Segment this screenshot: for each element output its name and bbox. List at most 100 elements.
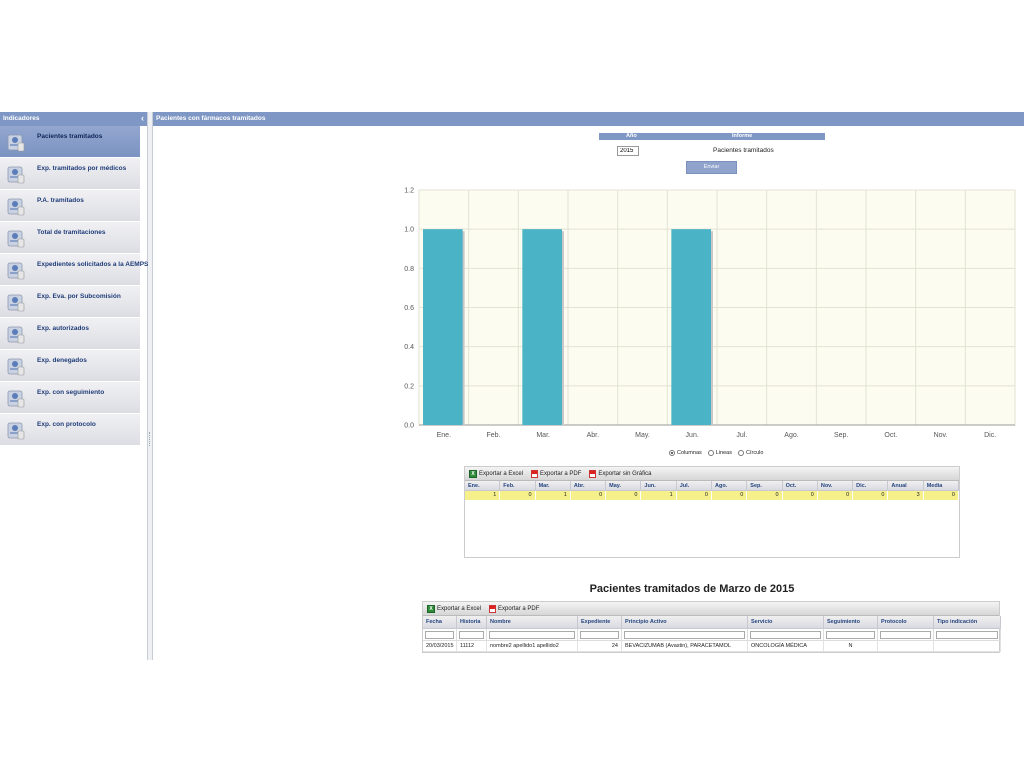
filter-cell — [878, 629, 934, 641]
column-header[interactable]: Servicio — [748, 616, 824, 629]
table-cell: 1 — [535, 491, 571, 500]
column-header[interactable]: Expediente — [578, 616, 622, 629]
x-tick-label: Jun. — [686, 432, 699, 439]
column-header[interactable]: May. — [606, 481, 642, 491]
column-header[interactable]: Ago. — [711, 481, 748, 491]
chart-option-label: Círculo — [745, 450, 764, 456]
chart-option-label: Lineas — [715, 450, 732, 456]
sidebar-item-0[interactable]: Pacientes tramitados — [0, 126, 140, 158]
chart-option-0[interactable]: Columnas — [669, 450, 702, 456]
detail-table: X Exportar a Excel Exportar a PDF Fecha His… — [422, 601, 1001, 653]
column-filter-input[interactable] — [489, 631, 575, 639]
column-header[interactable]: Feb. — [500, 481, 536, 491]
sidebar-item-3[interactable]: Total de tramitaciones — [0, 222, 140, 254]
main-panel: Pacientes con fármacos tramitados Año In… — [153, 112, 1024, 660]
column-header[interactable]: Principio Activo — [622, 616, 748, 629]
column-filter-input[interactable] — [580, 631, 619, 639]
column-header[interactable]: Ene. — [465, 481, 501, 491]
column-header[interactable]: Jun. — [641, 481, 677, 491]
column-header[interactable]: Historia — [457, 616, 487, 629]
export-button-1[interactable]: Exportar a PDF — [531, 469, 581, 478]
pdf-icon — [489, 604, 497, 613]
column-header[interactable]: Abr. — [570, 481, 607, 491]
x-tick-label: Ago. — [784, 432, 798, 439]
column-filter-input[interactable] — [936, 631, 998, 639]
patients-icon — [5, 131, 27, 153]
column-header[interactable]: Fecha — [423, 616, 457, 629]
export-label: Exportar a PDF — [498, 605, 540, 612]
detail-toolbar: X Exportar a Excel Exportar a PDF — [423, 602, 999, 616]
table-cell: ONCOLOGÍA MÉDICA — [748, 641, 824, 652]
chart-option-2[interactable]: Círculo — [737, 450, 764, 456]
table-cell: 1 — [465, 491, 501, 500]
column-filter-input[interactable] — [880, 631, 931, 639]
year-input[interactable] — [617, 146, 639, 156]
x-tick-label: Nov. — [934, 432, 948, 439]
export-label: Exportar sin Gráfica — [598, 470, 652, 477]
sidebar-item-label: Expedientes solicitados a la AEMPS — [37, 261, 149, 268]
monthly-table: X Exportar a Excel Exportar a PDF Exportar … — [464, 466, 960, 558]
table-cell: 24 — [578, 641, 622, 652]
sidebar-item-label: Exp. denegados — [37, 357, 87, 364]
column-header[interactable]: Oct. — [782, 481, 818, 491]
export-button-1[interactable]: Exportar a PDF — [489, 604, 540, 613]
export-button-0[interactable]: X Exportar a Excel — [427, 604, 482, 613]
sidebar-item-5[interactable]: Exp. Eva. por Subcomisión — [0, 286, 140, 318]
column-filter-input[interactable] — [624, 631, 745, 639]
splitter-grip-icon[interactable] — [149, 432, 151, 446]
export-button-2[interactable]: Exportar sin Gráfica — [589, 469, 652, 478]
bar-2[interactable] — [522, 229, 562, 425]
sidebar-item-1[interactable]: Exp. tramitados por médicos — [0, 158, 140, 190]
column-header[interactable]: Media — [923, 481, 959, 491]
bar-0[interactable] — [423, 229, 463, 425]
export-button-0[interactable]: X Exportar a Excel — [469, 469, 523, 478]
column-header[interactable]: Tipo indicación — [934, 616, 1001, 629]
sidebar-item-4[interactable]: Expedientes solicitados a la AEMPS — [0, 254, 148, 286]
column-filter-input[interactable] — [459, 631, 484, 639]
sidebar-item-2[interactable]: P.A. tramitados — [0, 190, 140, 222]
export-label: Exportar a Excel — [437, 605, 482, 612]
sidebar-item-6[interactable]: Exp. autorizados — [0, 318, 140, 350]
request-icon — [5, 259, 27, 281]
filter-cell — [423, 629, 457, 641]
submit-button[interactable]: Enviar — [686, 161, 737, 174]
excel-icon: X — [427, 604, 435, 613]
y-tick-label: 0.0 — [404, 423, 414, 430]
column-filter-input[interactable] — [750, 631, 821, 639]
filter-cell — [934, 629, 1001, 641]
table-cell: 20/03/2015 — [423, 641, 457, 652]
table-cell: 0 — [853, 491, 889, 500]
sidebar-item-label: Exp. con seguimiento — [37, 389, 105, 396]
table-cell: 0 — [782, 491, 818, 500]
column-header[interactable]: Seguimiento — [824, 616, 878, 629]
column-header[interactable]: Nov. — [817, 481, 854, 491]
column-header[interactable]: Jul. — [676, 481, 712, 491]
sidebar-item-7[interactable]: Exp. denegados — [0, 350, 140, 382]
table-cell: 3 — [888, 491, 924, 500]
table-cell: N — [824, 641, 878, 652]
sidebar-item-9[interactable]: Exp. con protocolo — [0, 414, 140, 446]
radio-icon[interactable] — [737, 450, 744, 456]
column-header[interactable]: Nombre — [487, 616, 578, 629]
chart-option-1[interactable]: Lineas — [707, 450, 732, 456]
column-filter-input[interactable] — [425, 631, 454, 639]
x-tick-label: Dic. — [984, 432, 996, 439]
radio-icon[interactable] — [707, 450, 714, 456]
column-header[interactable]: Sep. — [747, 481, 783, 491]
bar-5[interactable] — [671, 229, 711, 425]
column-header[interactable]: Protocolo — [878, 616, 934, 629]
column-header[interactable]: Dic. — [853, 481, 889, 491]
x-tick-label: Sep. — [834, 432, 848, 439]
table-cell: 1 — [641, 491, 677, 500]
approved-icon — [5, 323, 27, 345]
radio-icon[interactable] — [669, 450, 675, 456]
y-tick-label: 0.2 — [404, 383, 414, 390]
column-filter-input[interactable] — [826, 631, 875, 639]
sidebar-item-8[interactable]: Exp. con seguimiento — [0, 382, 140, 414]
column-header[interactable]: Anual — [888, 481, 924, 491]
filter-cell — [748, 629, 824, 641]
column-header[interactable]: Mar. — [535, 481, 571, 491]
x-tick-label: Feb. — [486, 432, 500, 439]
table-cell: 0 — [711, 491, 748, 500]
collapse-icon[interactable]: ‹ — [141, 113, 144, 123]
